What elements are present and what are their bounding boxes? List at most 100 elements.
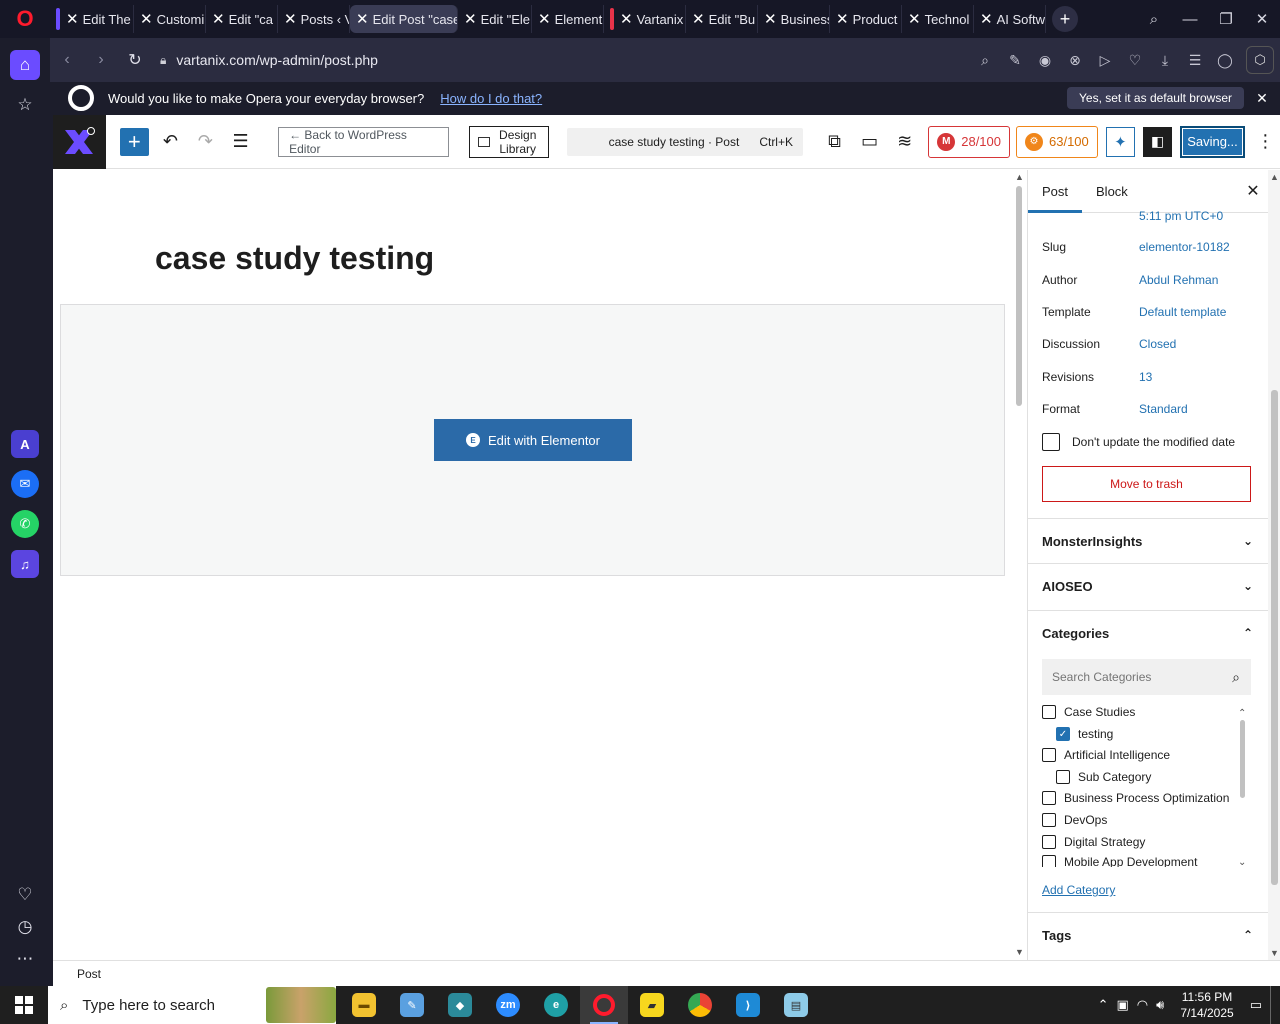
add-block-button[interactable]: + [119, 127, 149, 156]
category-checkbox[interactable] [1042, 748, 1056, 762]
tab-block[interactable]: Block [1082, 170, 1142, 213]
aioseo-score-button[interactable]: ⚙ 63/100 [1016, 125, 1098, 158]
external-link-icon[interactable]: ⧉ [817, 131, 852, 152]
settings-sidebar-toggle-icon[interactable]: ◧ [1143, 126, 1173, 157]
browser-tab[interactable]: ✕ Edit "ca [206, 5, 278, 33]
list-item[interactable]: Business Process Optimization [1042, 791, 1229, 805]
browser-tab[interactable]: ✕ Edit The [60, 5, 134, 33]
download-icon[interactable]: ⤓ [1150, 52, 1180, 69]
scrollbar-thumb[interactable] [1016, 186, 1022, 406]
infobar-howto-link[interactable]: How do I do that? [440, 91, 542, 106]
category-checkbox[interactable] [1056, 770, 1070, 784]
options-menu-icon[interactable]: ⋮ [1251, 131, 1280, 152]
close-window-button[interactable]: ✕ [1244, 0, 1280, 38]
browser-tab[interactable]: ✕ Product [830, 5, 902, 33]
panel-aioseo[interactable]: AIOSEO ⌄ [1028, 563, 1268, 608]
browser-tab[interactable]: ✕ Customi [134, 5, 206, 33]
sticky-notes-icon[interactable]: ▰ [628, 986, 676, 1024]
opera-logo-icon[interactable]: O [0, 0, 50, 38]
add-category-link[interactable]: Add Category [1042, 883, 1115, 897]
list-item[interactable]: Case Studies [1042, 705, 1135, 719]
category-scrollbar[interactable]: ⌃ ⌄ [1238, 708, 1248, 868]
search-categories-input[interactable]: Search Categories ⌕ [1042, 659, 1251, 695]
browser-tab[interactable]: ✕ Posts ‹ V [278, 5, 350, 33]
start-button[interactable] [0, 986, 48, 1024]
slug-value[interactable]: elementor-10182 [1139, 240, 1230, 254]
show-desktop-button[interactable] [1270, 986, 1276, 1024]
browser-tab-active[interactable]: ✕ Edit Post "case [350, 5, 458, 33]
reload-icon[interactable]: ↻ [118, 50, 152, 70]
taskbar-clock[interactable]: 11:56 PM 7/14/2025 [1172, 989, 1241, 1021]
browser-tab[interactable]: ✕ Vartanix [614, 5, 686, 33]
app-diamond-icon[interactable]: ◆ [436, 986, 484, 1024]
category-checkbox[interactable] [1042, 705, 1056, 719]
post-title[interactable]: case study testing [155, 240, 434, 277]
set-default-button[interactable]: Yes, set it as default browser [1067, 87, 1244, 109]
vscode-icon[interactable]: ⟩ [724, 986, 772, 1024]
panel-tags[interactable]: Tags ⌃ [1028, 912, 1268, 957]
scroll-up-icon[interactable]: ▲ [1015, 172, 1024, 182]
browser-tab[interactable]: ✕ Edit "Ele [458, 5, 532, 33]
extensions-icon[interactable]: ⬡ [1246, 46, 1274, 74]
history-icon[interactable]: ◷ [10, 912, 40, 942]
edit-icon[interactable]: ✎ [1000, 52, 1030, 69]
wifi-icon[interactable]: ◠ [1137, 997, 1148, 1013]
list-item[interactable]: ✓ testing [1056, 727, 1113, 741]
taskbar-search[interactable]: ⌕ Type here to search [48, 986, 336, 1024]
list-item[interactable]: Sub Category [1056, 770, 1151, 784]
list-item[interactable]: DevOps [1042, 813, 1107, 827]
redo-icon[interactable]: ↷ [188, 131, 223, 152]
paint-icon[interactable]: ✎ [388, 986, 436, 1024]
ai-wand-icon[interactable]: ✦ [1105, 126, 1136, 157]
zoom-icon[interactable]: zm [484, 986, 532, 1024]
document-overview-icon[interactable]: ☰ [223, 131, 258, 152]
list-item[interactable]: Artificial Intelligence [1042, 748, 1170, 762]
list-item[interactable]: Mobile App Development [1042, 855, 1197, 867]
music-player-icon[interactable]: ♫ [11, 550, 39, 578]
list-item[interactable]: Digital Strategy [1042, 835, 1145, 849]
site-logo[interactable] [53, 114, 106, 169]
tab-post[interactable]: Post [1028, 170, 1082, 213]
category-checkbox-checked[interactable]: ✓ [1056, 727, 1070, 741]
footer-breadcrumb[interactable]: Post [77, 967, 101, 981]
seo-score-button[interactable]: M 28/100 [928, 125, 1010, 158]
scroll-up-icon[interactable]: ⌃ [1238, 708, 1246, 719]
browser-tab[interactable]: ✕ Technol [902, 5, 974, 33]
back-to-wp-editor-button[interactable]: ← Back to WordPress Editor [278, 126, 449, 157]
back-nav-icon[interactable]: ‹ [50, 51, 84, 69]
publish-time-value[interactable]: 5:11 pm UTC+0 [1139, 209, 1223, 223]
move-to-trash-button[interactable]: Move to trash [1042, 466, 1251, 502]
forward-nav-icon[interactable]: › [84, 51, 118, 69]
restore-button[interactable]: ❐ [1208, 0, 1244, 38]
discussion-value[interactable]: Closed [1139, 337, 1176, 351]
volume-icon[interactable]: 🔊︎ [1156, 997, 1164, 1013]
star-icon[interactable]: ☆ [10, 90, 40, 120]
panel-monsterinsights[interactable]: MonsterInsights ⌄ [1028, 518, 1268, 563]
heart-icon[interactable]: ♡ [1120, 52, 1150, 69]
device-preview-icon[interactable]: ▭ [852, 131, 887, 152]
revisions-value[interactable]: 13 [1139, 370, 1152, 384]
infobar-close-icon[interactable]: ✕ [1244, 90, 1280, 107]
category-checkbox[interactable] [1042, 855, 1056, 867]
heart-icon[interactable]: ♡ [10, 880, 40, 910]
new-tab-button[interactable]: + [1052, 6, 1078, 32]
category-checkbox[interactable] [1042, 835, 1056, 849]
easy-setup-icon[interactable]: ☰ [1180, 52, 1210, 69]
template-value[interactable]: Default template [1139, 305, 1226, 319]
browser-tab[interactable]: ✕ AI Softw [974, 5, 1046, 33]
file-explorer-icon[interactable]: ▬ [340, 986, 388, 1024]
scroll-up-icon[interactable]: ▲ [1270, 172, 1279, 182]
aria-app-icon[interactable]: A [11, 430, 39, 458]
opera-taskbar-icon[interactable] [580, 986, 628, 1024]
adblock-icon[interactable]: ⊗ [1060, 52, 1090, 69]
category-checkbox[interactable] [1042, 813, 1056, 827]
more-icon[interactable]: ⋯ [10, 944, 40, 974]
panel-categories[interactable]: Categories ⌃ [1028, 610, 1268, 655]
scrollbar-thumb[interactable] [1240, 720, 1245, 798]
edge-icon[interactable]: e [532, 986, 580, 1024]
canvas-scrollbar[interactable]: ▲ ▼ [1015, 172, 1024, 957]
design-library-button[interactable]: Design Library [468, 125, 549, 158]
close-settings-icon[interactable]: ✕ [1238, 181, 1268, 201]
notepad-icon[interactable]: ▤ [772, 986, 820, 1024]
home-icon[interactable]: ⌂ [10, 50, 40, 80]
